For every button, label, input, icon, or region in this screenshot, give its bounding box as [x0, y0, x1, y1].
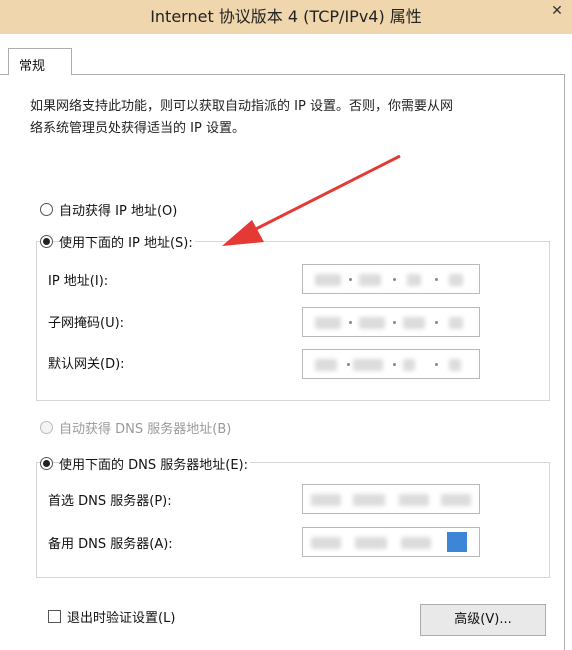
radio-manual-dns[interactable]: 使用下面的 DNS 服务器地址(E): — [40, 453, 250, 473]
tab-general[interactable]: 常规 — [8, 48, 72, 75]
tab-general-label: 常规 — [19, 59, 46, 74]
annotation-arrow-shaft — [249, 154, 401, 234]
annotation-arrow-head — [222, 220, 264, 246]
radio-manual-ip[interactable]: 使用下面的 IP 地址(S): — [40, 231, 195, 251]
radio-manual-dns-label: 使用下面的 DNS 服务器地址(E): — [59, 453, 250, 473]
radio-manual-dns-circle[interactable] — [40, 456, 53, 470]
annotation-arrow-icon — [222, 154, 401, 246]
radio-manual-ip-circle[interactable] — [40, 234, 53, 248]
radio-manual-ip-label: 使用下面的 IP 地址(S): — [59, 231, 195, 251]
